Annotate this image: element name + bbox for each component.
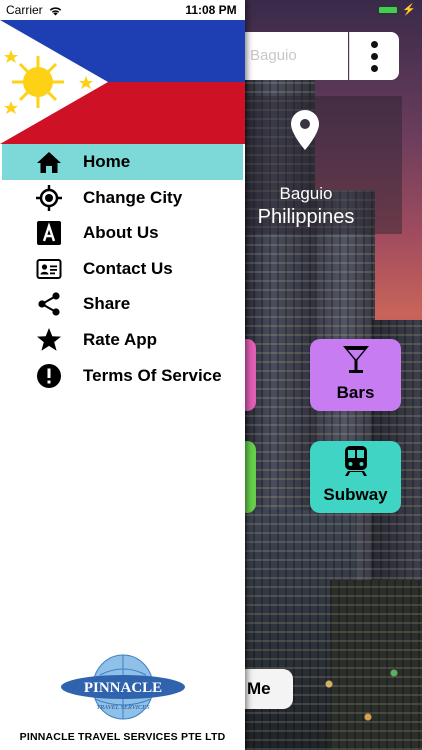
- bars-tile[interactable]: Bars: [310, 339, 401, 411]
- subway-tile-label: Subway: [323, 485, 388, 504]
- menu-item-label: Rate App: [83, 329, 157, 349]
- menu-item-terms-of-service[interactable]: Terms Of Service: [0, 358, 245, 394]
- location-card: Baguio Philippines: [245, 96, 402, 234]
- subway-tile[interactable]: Subway: [310, 441, 401, 513]
- search-input-value: Baguio: [250, 47, 297, 64]
- menu-item-contact-us[interactable]: Contact Us: [0, 251, 245, 287]
- bars-tile-label: Bars: [336, 383, 375, 402]
- locate-me-label: Me: [247, 679, 271, 698]
- charging-bolt-icon: ⚡: [402, 4, 416, 16]
- location-pin-icon: [291, 110, 319, 150]
- menu-item-label: Change City: [83, 187, 183, 207]
- more-options-button[interactable]: [349, 32, 399, 80]
- menu-item-label: Home: [83, 152, 131, 171]
- logo-tagline: TRAVEL SERVICES: [96, 704, 150, 711]
- letter-a-icon: [37, 221, 61, 246]
- navigation-drawer: Home Change City About Us Contact Us Sha…: [0, 0, 245, 750]
- menu-item-share[interactable]: Share: [0, 286, 245, 322]
- home-icon: [37, 152, 61, 173]
- philippines-flag-image: [0, 20, 245, 144]
- cocktail-icon: [343, 346, 369, 373]
- menu-item-label: About Us: [83, 223, 159, 243]
- company-name: PINNACLE TRAVEL SERVICES PTE LTD: [19, 731, 226, 743]
- drawer-menu: Home Change City About Us Contact Us Sha…: [0, 144, 245, 393]
- contact-card-icon: [36, 258, 62, 279]
- street-lights: [290, 640, 420, 750]
- location-target-icon: [36, 184, 62, 211]
- menu-item-label: Share: [83, 294, 131, 314]
- menu-item-about-us[interactable]: About Us: [0, 215, 245, 251]
- info-circle-icon: [37, 363, 61, 388]
- share-icon: [38, 292, 60, 316]
- clock: 11:08 PM: [185, 3, 237, 17]
- menu-item-label: Contact Us: [83, 258, 173, 278]
- menu-item-rate-app[interactable]: Rate App: [0, 322, 245, 358]
- pinnacle-logo: PINNACLE TRAVEL SERVICES: [61, 654, 185, 720]
- battery-icon: [377, 4, 402, 15]
- logo-wordmark: PINNACLE: [84, 680, 162, 696]
- city-name: Baguio: [279, 184, 333, 203]
- country-name: Philippines: [257, 206, 355, 228]
- battery-group: ⚡: [377, 3, 416, 16]
- menu-item-change-city[interactable]: Change City: [0, 180, 245, 216]
- menu-item-home[interactable]: Home: [2, 144, 243, 180]
- star-icon: [37, 327, 61, 351]
- status-bar: Carrier 11:08 PM ⚡: [0, 0, 422, 20]
- subway-icon: [345, 446, 367, 476]
- menu-item-label: Terms Of Service: [83, 365, 222, 385]
- vertical-dots-icon: [371, 40, 378, 72]
- search-input[interactable]: Baguio: [245, 32, 348, 80]
